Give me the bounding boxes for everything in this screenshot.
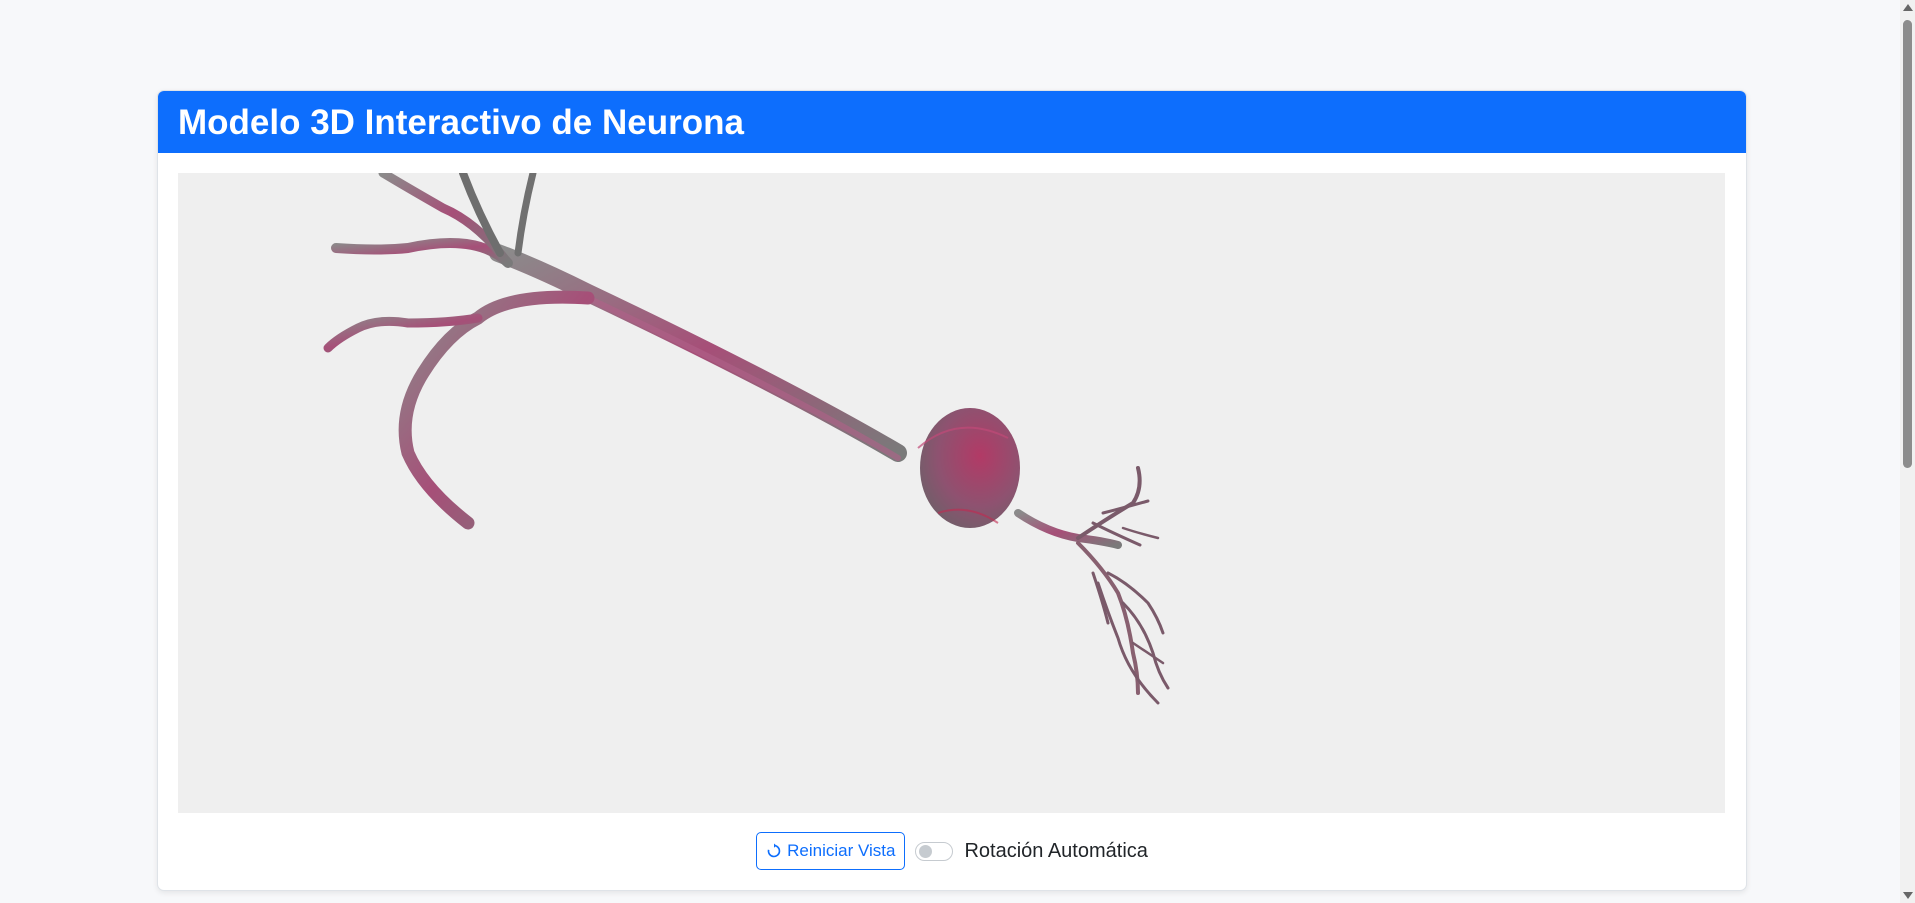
page-title: Modelo 3D Interactivo de Neurona <box>178 102 744 142</box>
viewer-controls: Reiniciar Vista Rotación Automática <box>158 831 1746 871</box>
scroll-up-icon[interactable] <box>1903 4 1913 11</box>
3d-viewer-canvas[interactable] <box>178 173 1725 813</box>
auto-rotate-label[interactable]: Rotación Automática <box>964 840 1147 863</box>
reset-view-button[interactable]: Reiniciar Vista <box>756 832 906 870</box>
card-header: Modelo 3D Interactivo de Neurona <box>158 91 1746 153</box>
toggle-knob <box>919 844 933 858</box>
scroll-down-icon[interactable] <box>1903 892 1913 899</box>
page-scrollbar[interactable] <box>1900 0 1915 903</box>
auto-rotate-toggle[interactable] <box>915 841 954 861</box>
reset-view-label: Reiniciar Vista <box>787 841 896 860</box>
reset-icon <box>767 843 781 858</box>
scroll-thumb[interactable] <box>1903 20 1912 468</box>
dendrites <box>323 173 1170 705</box>
neuron-model-card: Modelo 3D Interactivo de Neurona Reinici… <box>157 90 1747 891</box>
neuron-3d-model[interactable] <box>178 173 1725 813</box>
auto-rotate-switch[interactable]: Rotación Automática <box>915 840 1148 863</box>
